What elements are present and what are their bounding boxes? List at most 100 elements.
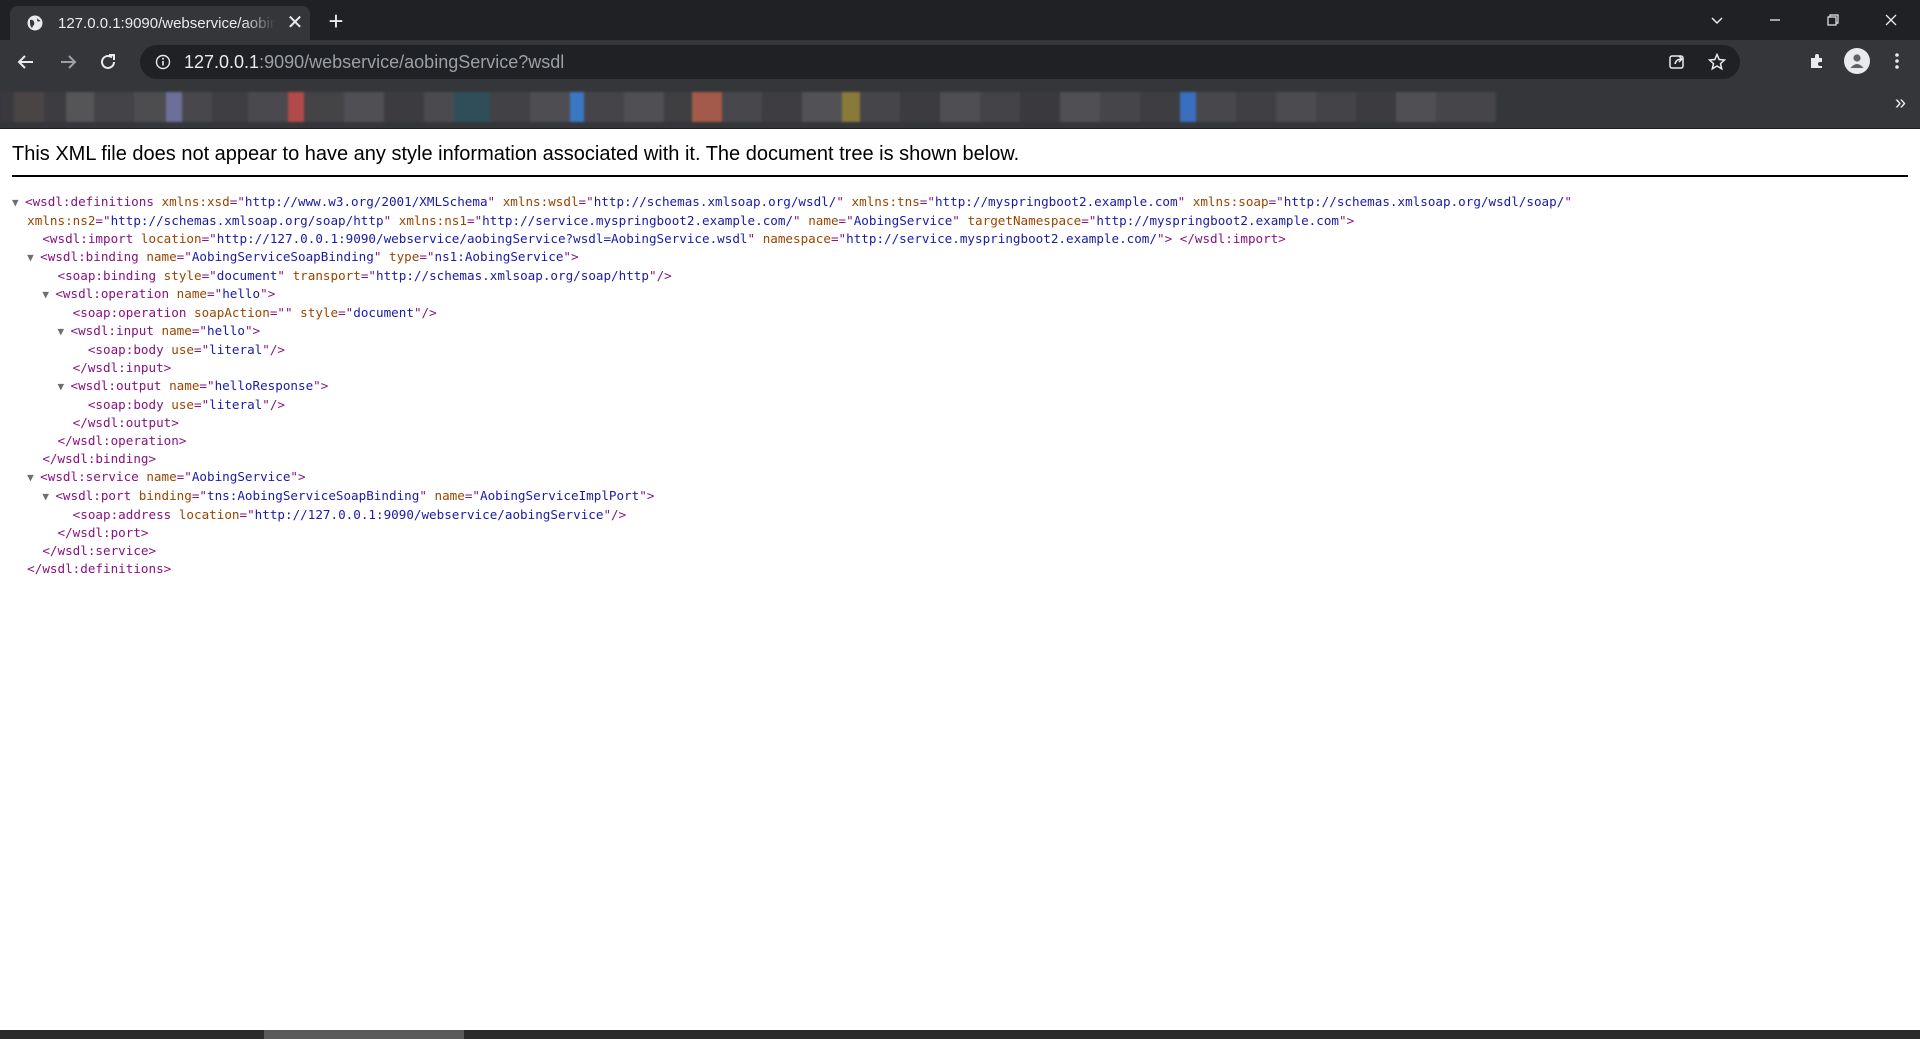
xml-attr-name: use: [171, 342, 194, 357]
share-icon[interactable]: [1664, 49, 1690, 75]
xml-attr-name: namespace: [762, 231, 831, 246]
xml-attr-name: xmlns:ns2: [27, 213, 96, 228]
collapse-triangle-icon[interactable]: ▼: [12, 194, 25, 212]
xml-indent: [12, 543, 42, 558]
xml-tag: ": [1177, 194, 1193, 209]
xml-attr-value: http://schemas.xmlsoap.org/soap/http: [376, 268, 649, 283]
xml-document-tree: ▼ <wsdl:definitions xmlns:xsd="http://www…: [12, 193, 1902, 578]
xml-indent: [12, 286, 42, 301]
xml-attr-name: style: [163, 268, 202, 283]
xml-tag: </wsdl:input>: [72, 360, 172, 375]
xml-attr-value: http://myspringboot2.example.com: [1096, 213, 1340, 228]
site-info-icon[interactable]: [154, 53, 172, 71]
xml-tag: ">: [639, 488, 655, 503]
collapse-triangle-icon[interactable]: ▼: [42, 488, 55, 506]
xml-line: xmlns:ns2="http://schemas.xmlsoap.org/so…: [12, 212, 1902, 230]
xml-tag: =": [239, 507, 255, 522]
xml-attr-name: xmlns:soap: [1192, 194, 1269, 209]
address-bar[interactable]: 127.0.0.1:9090/webservice/aobingService?…: [140, 45, 1740, 79]
bookmark-star-icon[interactable]: [1704, 49, 1730, 75]
xml-tag: ": [419, 488, 435, 503]
xml-tag: =": [1081, 213, 1097, 228]
menu-kebab-icon[interactable]: [1884, 48, 1910, 74]
xml-attr-name: binding: [138, 488, 192, 503]
xml-attr-value: tns:AobingServiceSoapBinding: [207, 488, 420, 503]
collapse-triangle-icon[interactable]: ▼: [27, 249, 40, 267]
xml-line: ▼ <wsdl:operation name="hello">: [12, 285, 1902, 304]
tab-close-icon[interactable]: ✕: [284, 12, 306, 34]
xml-line: <soap:body use="literal"/>: [12, 341, 1902, 359]
xml-line: ▼ <wsdl:output name="helloResponse">: [12, 377, 1902, 396]
xml-tag: ">: [563, 249, 579, 264]
tab-search-icon[interactable]: [1688, 0, 1746, 40]
close-window-button[interactable]: [1862, 0, 1920, 40]
xml-line: <soap:operation soapAction="" style="doc…: [12, 304, 1902, 322]
xml-line: ▼ <wsdl:port binding="tns:AobingServiceSo…: [12, 487, 1902, 506]
xml-indent: [12, 397, 88, 412]
xml-line: </wsdl:input>: [12, 359, 1902, 377]
scrollbar-thumb[interactable]: [264, 1030, 464, 1039]
browser-tab-active[interactable]: 127.0.0.1:9090/webservice/aobingService?…: [10, 6, 310, 40]
xml-tag: <soap:binding: [57, 268, 164, 283]
xml-attr-value: http://schemas.xmlsoap.org/wsdl/: [593, 194, 837, 209]
xml-attr-name: name: [146, 249, 177, 264]
xml-tag: <wsdl:input: [70, 323, 162, 338]
xml-tag: =": [191, 488, 207, 503]
minimize-button[interactable]: [1746, 0, 1804, 40]
xml-tag: =": [838, 213, 854, 228]
collapse-triangle-icon[interactable]: ▼: [42, 286, 55, 304]
collapse-triangle-icon[interactable]: ▼: [58, 323, 71, 341]
xml-indent: [12, 469, 27, 484]
xml-tag: <wsdl:binding: [40, 249, 147, 264]
toolbar-right: [1804, 48, 1910, 74]
xml-attr-name: name: [434, 488, 465, 503]
extensions-puzzle-icon[interactable]: [1804, 48, 1830, 74]
obscured-bookmarks: [0, 88, 1820, 124]
xml-attr-name: type: [389, 249, 420, 264]
collapse-triangle-icon[interactable]: ▼: [58, 378, 71, 396]
xml-line: <soap:binding style="document" transport…: [12, 267, 1902, 285]
xml-tag: ": [487, 194, 503, 209]
browser-toolbar: 127.0.0.1:9090/webservice/aobingService?…: [0, 40, 1920, 84]
xml-line: <soap:body use="literal"/>: [12, 396, 1902, 414]
xml-line: ▼ <wsdl:service name="AobingService">: [12, 468, 1902, 487]
xml-tag: =": [419, 249, 435, 264]
xml-attr-value: http://service.myspringboot2.example.com…: [846, 231, 1157, 246]
xml-indent: [12, 231, 42, 246]
xml-attr-name: xmlns:wsdl: [502, 194, 579, 209]
xml-tag: =": [269, 305, 285, 320]
xml-tag: =": [201, 231, 217, 246]
new-tab-button[interactable]: +: [322, 8, 350, 36]
xml-indent: [12, 415, 73, 430]
url-text[interactable]: 127.0.0.1:9090/webservice/aobingService?…: [184, 52, 564, 73]
restore-button[interactable]: [1804, 0, 1862, 40]
xml-indent: [12, 507, 73, 522]
xml-tag: ">: [313, 378, 329, 393]
back-arrow-icon[interactable]: [12, 48, 40, 76]
xml-attr-value: AobingServiceSoapBinding: [191, 249, 374, 264]
xml-tag: "/>: [413, 305, 437, 320]
collapse-triangle-icon[interactable]: ▼: [27, 469, 40, 487]
xml-tag: =": [176, 469, 192, 484]
xml-tag: =": [207, 286, 223, 301]
xml-indent: [12, 488, 42, 503]
globe-icon: [26, 14, 44, 32]
xml-tag: =": [919, 194, 935, 209]
xml-attr-name: location: [140, 231, 202, 246]
forward-arrow-icon[interactable]: [54, 48, 82, 76]
xml-indent: [12, 451, 42, 466]
reload-icon[interactable]: [94, 48, 122, 76]
xml-tag: =": [578, 194, 594, 209]
xml-indent: [12, 305, 73, 320]
xml-attr-name: targetNamespace: [967, 213, 1082, 228]
xml-tag: ": [383, 213, 399, 228]
xml-tag: =": [466, 213, 483, 228]
xml-tag: <soap:body: [87, 342, 172, 357]
xml-tag: ">: [290, 469, 306, 484]
bookmarks-overflow-button[interactable]: »: [1895, 92, 1906, 115]
profile-avatar-icon[interactable]: [1844, 48, 1870, 74]
xml-tag: =": [199, 378, 215, 393]
xml-attr-value: http://myspringboot2.example.com: [934, 194, 1178, 209]
xml-tag: ": [285, 305, 301, 320]
xml-tag: =": [1268, 194, 1284, 209]
